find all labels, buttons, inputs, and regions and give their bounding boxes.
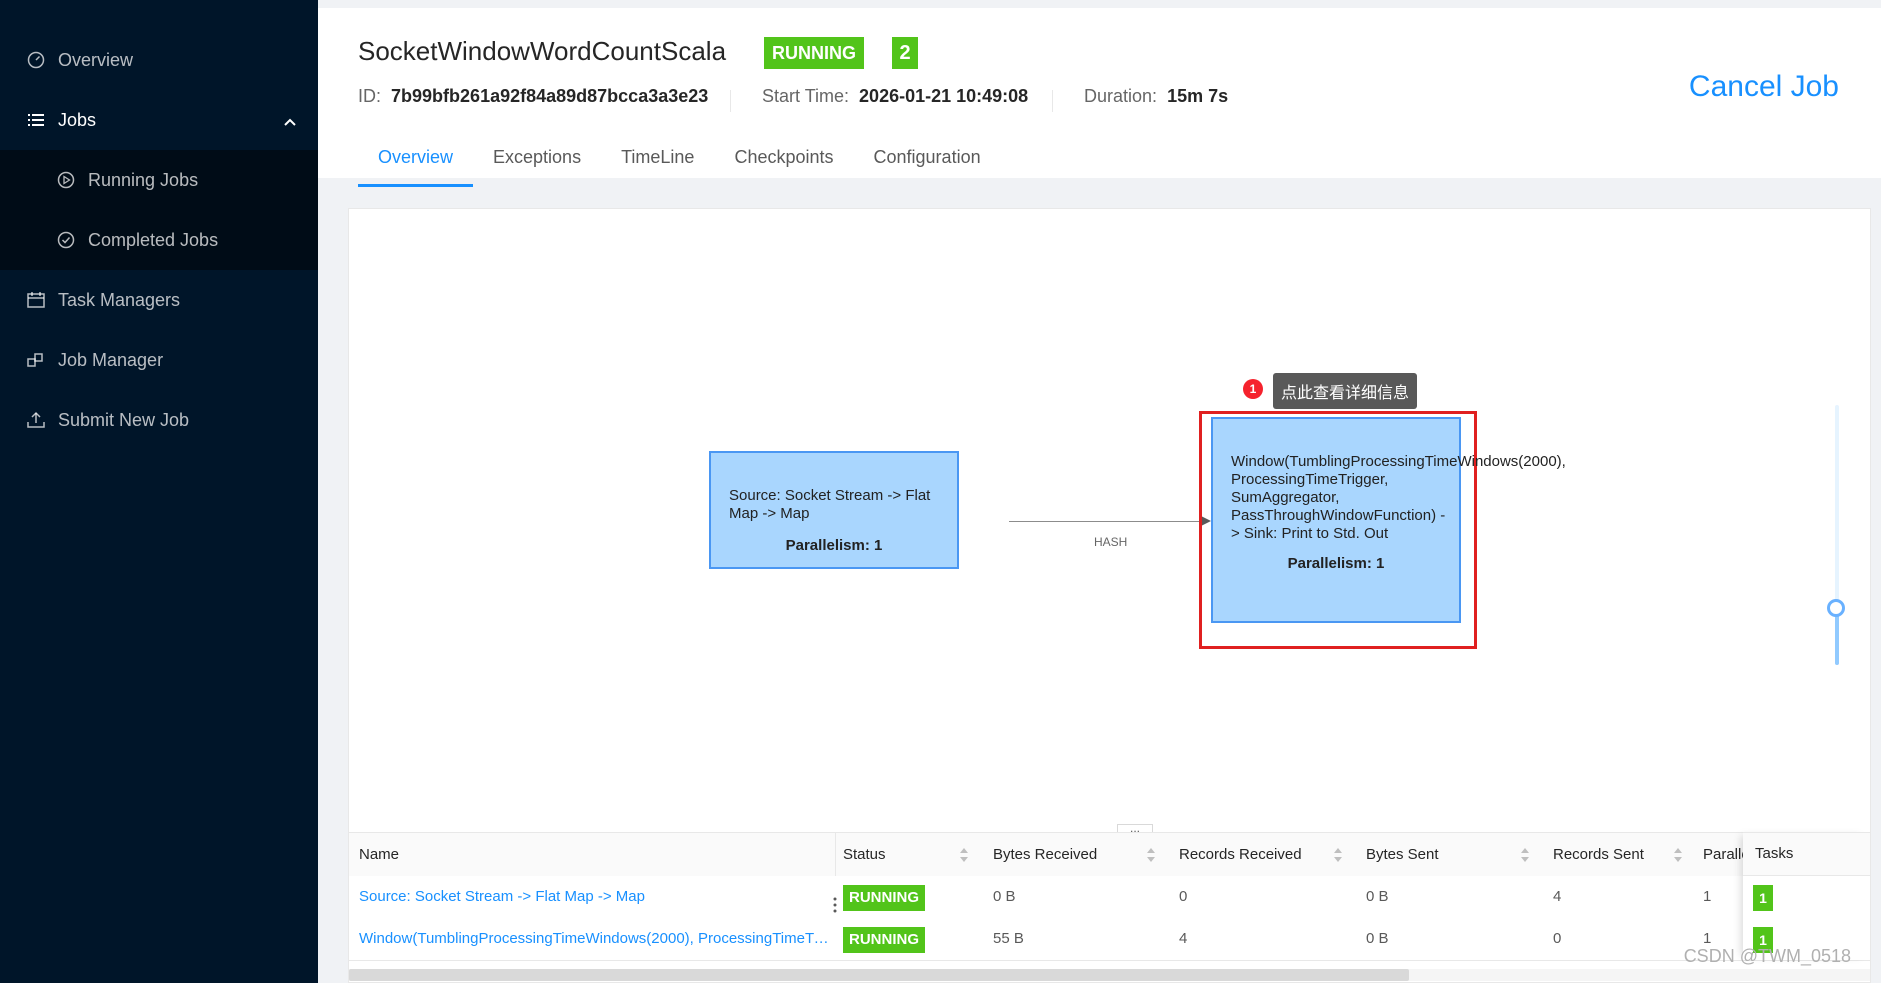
tasks-column: Tasks 1 1 xyxy=(1743,832,1870,960)
annotation-tooltip: 点此查看详细信息 xyxy=(1273,373,1418,409)
sidebar-item-label: Overview xyxy=(58,49,134,70)
sidebar-item-task-managers[interactable]: Task Managers xyxy=(0,270,318,330)
zoom-slider-fill xyxy=(1835,609,1839,665)
job-id-value: 7b99bfb261a92f84a89d87bcca3a3e23 xyxy=(391,86,709,106)
job-id: ID: 7b99bfb261a92f84a89d87bcca3a3e23 xyxy=(358,86,708,107)
chevron-up-icon xyxy=(284,111,296,132)
sort-icon[interactable] xyxy=(1520,847,1530,863)
annotation-number: 1 xyxy=(1243,379,1263,399)
sidebar-item-overview[interactable]: Overview xyxy=(0,30,318,90)
column-header-bytes-sent[interactable]: Bytes Sent xyxy=(1366,833,1439,877)
bytes-sent: 0 B xyxy=(1366,930,1389,947)
sidebar: Overview Jobs Running Jobs Completed Job… xyxy=(0,0,318,983)
node-description: Window(TumblingProcessingTimeWindows(200… xyxy=(1231,453,1566,542)
tab-timeline[interactable]: TimeLine xyxy=(601,140,714,184)
column-header-records-received[interactable]: Records Received xyxy=(1179,833,1302,877)
column-header-name: Name xyxy=(359,846,400,863)
source-node[interactable]: Source: Socket Stream -> Flat Map -> Map… xyxy=(709,451,959,569)
vertex-name-link[interactable]: Source: Socket Stream -> Flat Map -> Map xyxy=(359,876,823,918)
check-circle-icon xyxy=(56,230,76,250)
tab-configuration[interactable]: Configuration xyxy=(854,140,1001,184)
sort-icon[interactable] xyxy=(1146,847,1156,863)
tab-overview[interactable]: Overview xyxy=(358,140,474,187)
sort-icon[interactable] xyxy=(959,847,969,863)
sidebar-item-label: Job Manager xyxy=(58,349,164,370)
column-header-status[interactable]: Status xyxy=(843,833,886,877)
sidebar-item-job-manager[interactable]: Job Manager xyxy=(0,330,318,390)
bytes-received: 0 B xyxy=(993,888,1016,905)
window-sink-node[interactable]: Window(TumblingProcessingTimeWindows(200… xyxy=(1211,417,1566,623)
column-header-bytes-received[interactable]: Bytes Received xyxy=(993,833,1097,877)
table-row[interactable]: Window(TumblingProcessingTimeWindows(200… xyxy=(349,918,1870,961)
node-parallelism: Parallelism: 1 xyxy=(785,537,883,554)
page-title: SocketWindowWordCountScala xyxy=(358,36,727,66)
duration-label: Duration: xyxy=(1084,86,1158,106)
play-circle-icon xyxy=(56,170,76,190)
sort-icon[interactable] xyxy=(1333,847,1343,863)
tasks-header-cell: Tasks xyxy=(1743,832,1870,876)
schedule-icon xyxy=(26,290,46,310)
vertex-name-link[interactable]: Window(TumblingProcessingTimeWindows(200… xyxy=(359,918,833,960)
node-description: Source: Socket Stream -> Flat Map -> Map xyxy=(729,487,931,522)
column-header-records-sent[interactable]: Records Sent xyxy=(1553,833,1644,877)
upload-icon xyxy=(26,410,46,430)
vertex-table: ... Name Status Bytes Received Records R… xyxy=(349,822,1870,982)
duration-value: 15m 7s xyxy=(1167,86,1229,106)
sidebar-item-label: Submit New Job xyxy=(58,409,190,430)
start-time-value: 2026-01-21 10:49:08 xyxy=(859,86,1029,106)
cancel-job-button[interactable]: Cancel Job xyxy=(1689,70,1839,104)
sidebar-item-label: Jobs xyxy=(58,109,97,130)
bytes-received: 55 B xyxy=(993,930,1024,947)
parallelism: 1 xyxy=(1703,888,1712,905)
dashboard-icon xyxy=(26,50,46,70)
tab-checkpoints[interactable]: Checkpoints xyxy=(714,140,853,184)
task-count-badge: 1 xyxy=(1753,885,1773,911)
sidebar-item-label: Task Managers xyxy=(58,289,181,310)
scrollbar-thumb[interactable] xyxy=(349,969,1409,981)
records-received: 4 xyxy=(1179,930,1188,947)
divider xyxy=(1052,90,1053,112)
sidebar-item-running-jobs[interactable]: Running Jobs xyxy=(0,150,318,210)
sidebar-item-submit-new-job[interactable]: Submit New Job xyxy=(0,390,318,450)
jobs-submenu: Running Jobs Completed Jobs xyxy=(0,150,318,270)
start-time-label: Start Time: xyxy=(762,86,850,106)
horizontal-scrollbar[interactable] xyxy=(349,969,1870,981)
zoom-slider-handle[interactable] xyxy=(1827,599,1845,617)
tab-exceptions[interactable]: Exceptions xyxy=(473,140,601,184)
task-count-badge: 2 xyxy=(892,37,918,69)
start-time: Start Time: 2026-01-21 10:49:08 xyxy=(762,86,1028,107)
build-icon xyxy=(26,350,46,370)
duration: Duration: 15m 7s xyxy=(1084,86,1228,107)
divider xyxy=(730,90,731,112)
records-received: 0 xyxy=(1179,888,1188,905)
status-badge: RUNNING xyxy=(843,927,925,953)
records-sent: 0 xyxy=(1553,930,1562,947)
column-header-tasks: Tasks xyxy=(1755,845,1794,862)
bytes-sent: 0 B xyxy=(1366,888,1389,905)
watermark: CSDN @TWM_0518 xyxy=(1683,946,1851,966)
hash-edge xyxy=(1009,521,1209,522)
column-resize-icon[interactable] xyxy=(832,896,838,914)
records-sent: 4 xyxy=(1553,888,1562,905)
sort-icon[interactable] xyxy=(1673,847,1683,863)
sidebar-item-jobs[interactable]: Jobs xyxy=(0,90,318,150)
table-header: Name Status Bytes Received Records Recei… xyxy=(349,832,1870,878)
status-badge: RUNNING xyxy=(843,885,925,911)
node-parallelism: Parallelism: 1 xyxy=(1287,555,1385,572)
job-id-label: ID: xyxy=(358,86,382,106)
status-badge: RUNNING xyxy=(764,37,864,69)
table-row[interactable]: Source: Socket Stream -> Flat Map -> Map… xyxy=(349,876,1870,919)
job-header: SocketWindowWordCountScala RUNNING 2 ID:… xyxy=(318,0,1881,187)
sidebar-item-label: Completed Jobs xyxy=(88,229,219,250)
job-tabs: Overview Exceptions TimeLine Checkpoints… xyxy=(358,140,1001,187)
job-graph-card: Source: Socket Stream -> Flat Map -> Map… xyxy=(348,208,1871,983)
list-icon xyxy=(26,110,46,130)
sidebar-item-completed-jobs[interactable]: Completed Jobs xyxy=(0,210,318,270)
sidebar-item-label: Running Jobs xyxy=(88,169,199,190)
edge-label: HASH xyxy=(1094,535,1128,549)
